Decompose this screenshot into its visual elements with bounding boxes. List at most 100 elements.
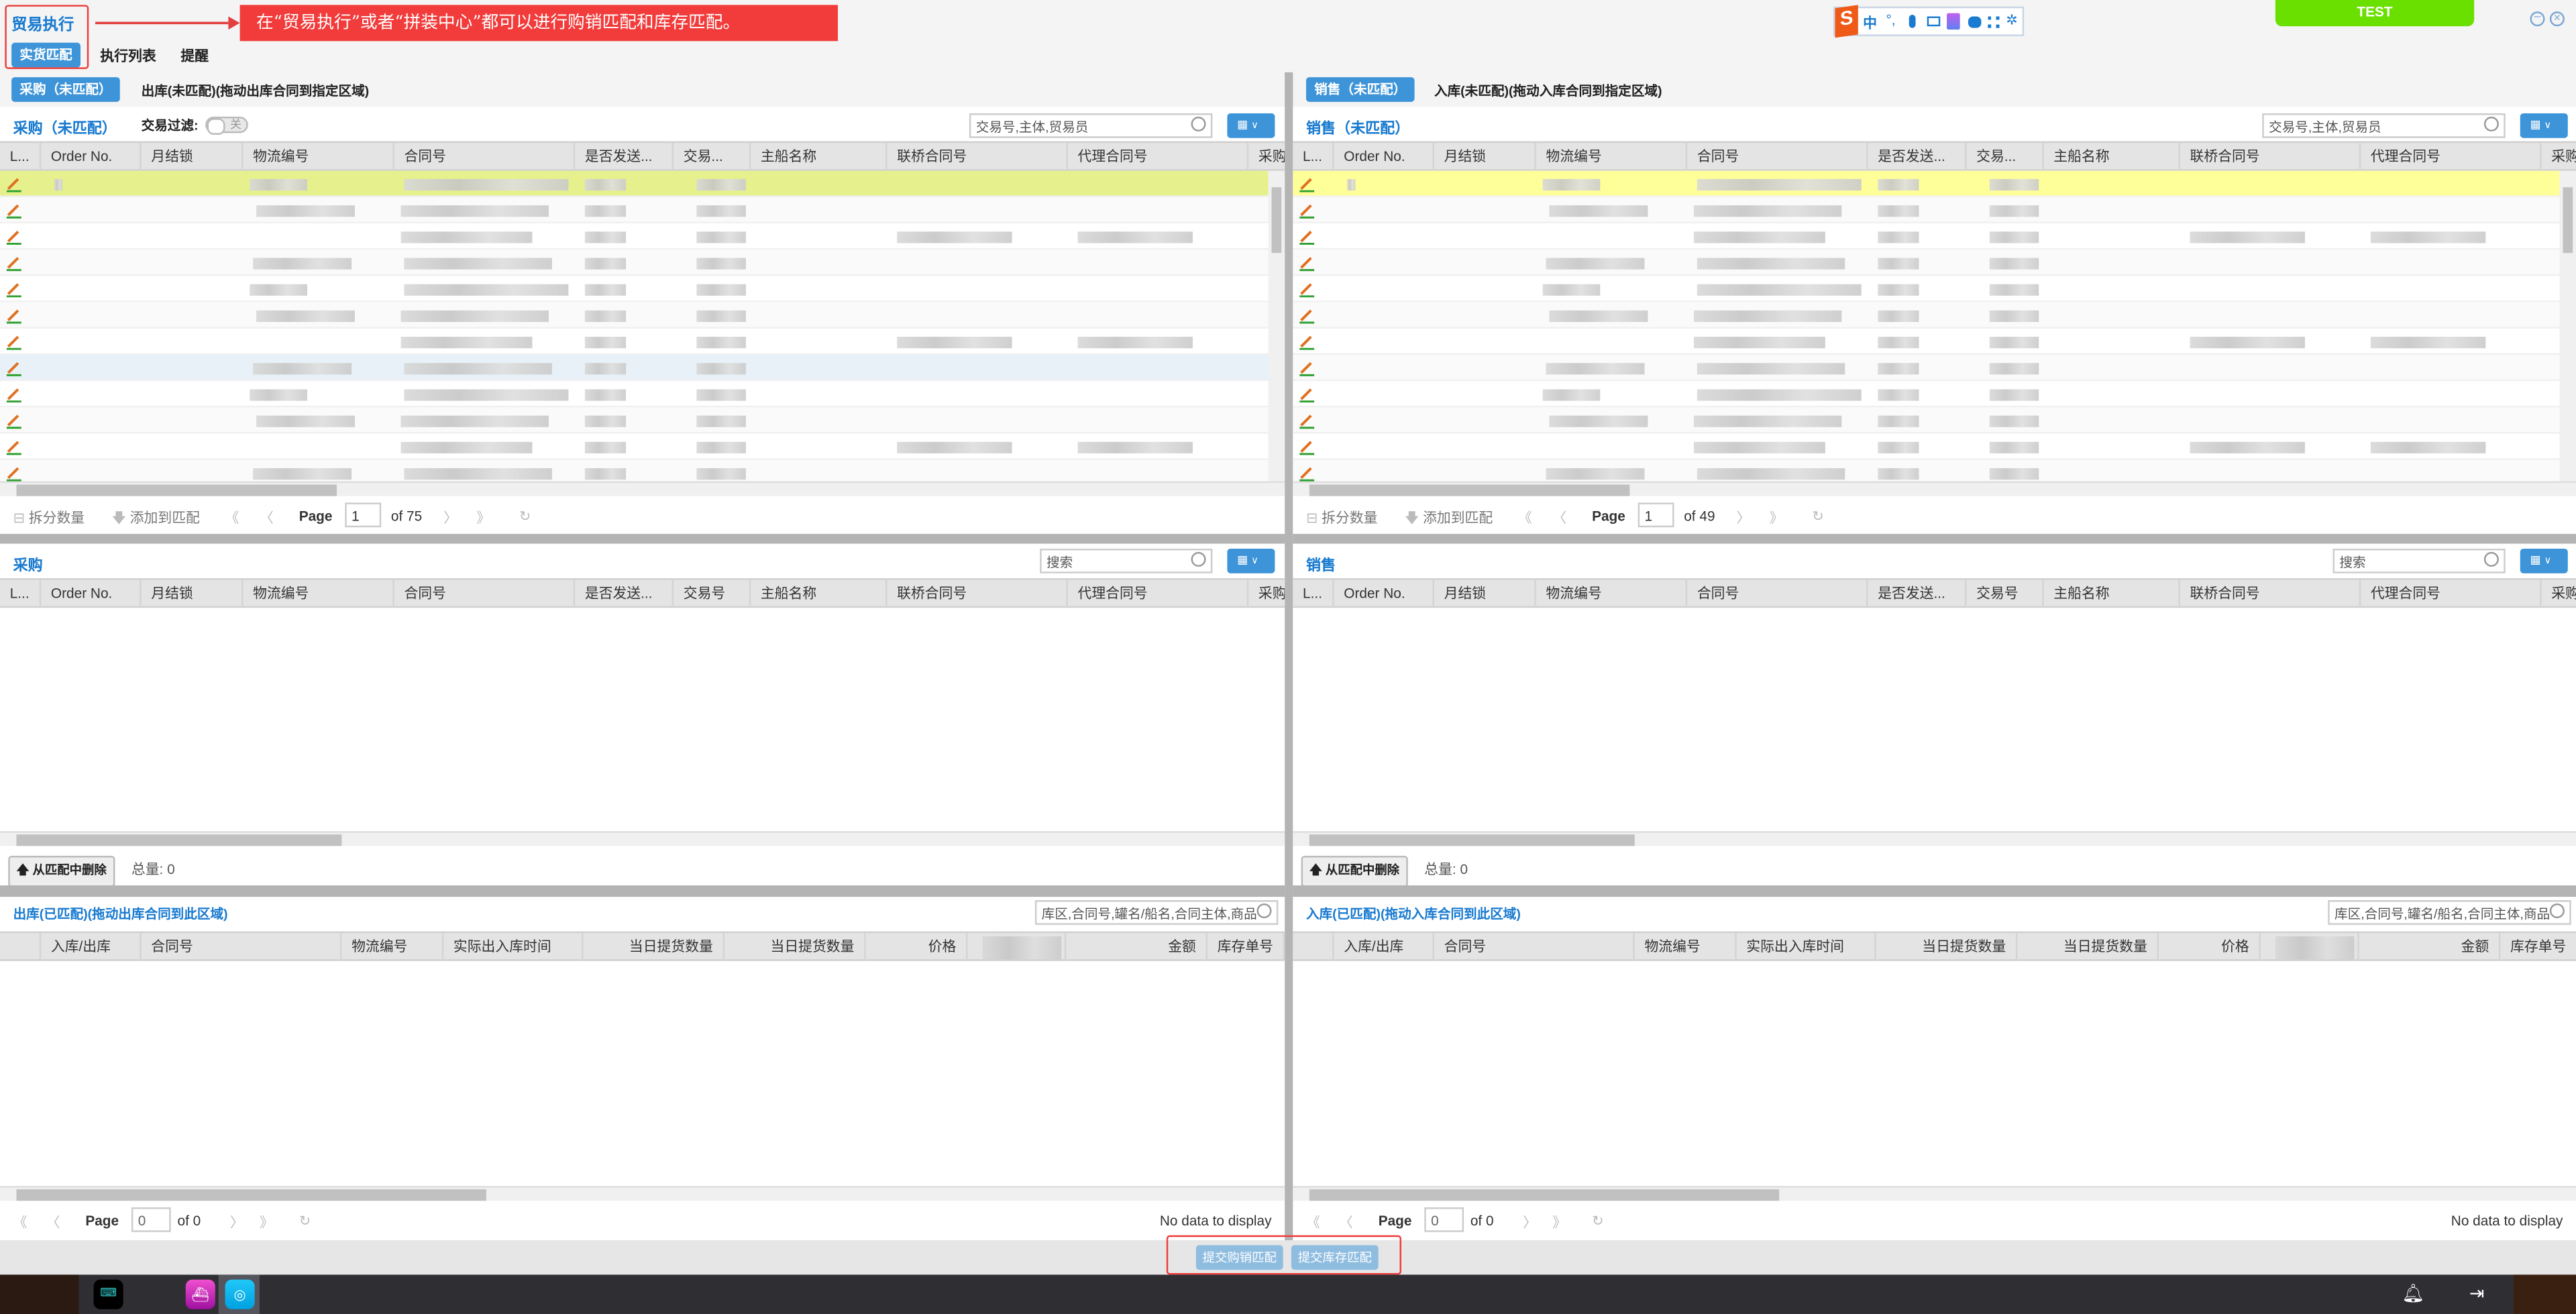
column-header[interactable]: 金额 (1066, 933, 1208, 961)
edit-icon[interactable] (1299, 255, 1315, 272)
edit-icon[interactable] (6, 333, 21, 350)
first-page-icon[interactable]: 《 (225, 508, 239, 527)
table-row[interactable] (1293, 328, 2560, 355)
table-row[interactable] (1293, 433, 2560, 460)
trade-filter-toggle[interactable]: 关 (205, 116, 248, 135)
edit-icon[interactable] (1299, 413, 1315, 429)
column-header[interactable]: 代理合同号 (2361, 143, 2542, 171)
table-row[interactable] (0, 407, 1269, 434)
edit-icon[interactable] (6, 307, 21, 324)
table-row[interactable] (1293, 381, 2560, 408)
taskbar-app-globe-icon[interactable]: ◎ (225, 1279, 255, 1309)
column-chooser-button[interactable]: ▦ ∨ (1227, 548, 1275, 573)
table-row[interactable] (1293, 170, 2560, 197)
column-header[interactable]: 当日提货数量 (2017, 933, 2159, 961)
remove-from-match-button[interactable]: 🡅︎ 从匹配中删除 (8, 855, 115, 886)
page-input[interactable]: 0 (1424, 1207, 1464, 1232)
column-header[interactable]: 主船名称 (751, 143, 888, 171)
column-header[interactable]: 联桥合同号 (887, 143, 1068, 171)
edit-icon[interactable] (6, 360, 21, 376)
column-header[interactable]: 实际出入库时间 (443, 933, 584, 961)
table-row[interactable] (0, 223, 1269, 250)
edit-icon[interactable] (1299, 360, 1315, 376)
column-header[interactable]: 采购 (1248, 580, 1285, 608)
column-header[interactable]: L... (1293, 580, 1334, 608)
refresh-icon[interactable]: ↻ (519, 508, 531, 526)
prev-page-icon[interactable]: 〈 (1339, 1212, 1353, 1231)
add-to-match-button[interactable]: 🡇︎ 添加到匹配 (1405, 508, 1493, 533)
column-header[interactable]: 代理合同号 (1068, 580, 1249, 608)
add-to-match-button[interactable]: 🡇︎ 添加到匹配 (112, 508, 200, 533)
edit-icon[interactable] (1299, 465, 1315, 482)
column-header[interactable]: 是否发送... (575, 143, 674, 171)
column-header[interactable]: 月结锁 (1434, 143, 1536, 171)
column-header[interactable]: L... (1293, 143, 1334, 171)
column-header[interactable]: 联桥合同号 (887, 580, 1068, 608)
column-chooser-button[interactable]: ▦ ∨ (2520, 548, 2568, 573)
split-quantity-button[interactable]: ⊟ 拆分数量 (13, 508, 85, 527)
column-header[interactable]: 月结锁 (1434, 580, 1536, 608)
column-header[interactable]: 物流编号 (341, 933, 444, 961)
table-row[interactable] (1293, 407, 2560, 434)
edit-icon[interactable] (1299, 333, 1315, 350)
edit-icon[interactable] (6, 439, 21, 455)
horizontal-scrollbar[interactable] (0, 831, 1285, 846)
horizontal-scrollbar[interactable] (1293, 481, 2576, 496)
column-header[interactable] (0, 933, 42, 961)
edit-icon[interactable] (6, 465, 21, 482)
column-header[interactable]: Order No. (1334, 143, 1434, 171)
column-header[interactable]: 是否发送... (1868, 143, 1967, 171)
column-header[interactable]: 采购 (2542, 143, 2576, 171)
next-page-icon[interactable]: 〉 (1523, 1212, 1537, 1231)
prev-page-icon[interactable]: 〈 (260, 508, 274, 527)
search-icon[interactable] (1191, 551, 1206, 567)
tab-stock-unmatched[interactable]: 入库(未匹配)(拖动入库合同到指定区域) (1434, 82, 1662, 100)
last-page-icon[interactable]: 》 (260, 1212, 274, 1231)
column-header[interactable]: 实际出入库时间 (1737, 933, 1876, 961)
column-header[interactable]: 库存单号 (1208, 933, 1285, 961)
taskbar-app-ide-icon[interactable]: ⌨ (93, 1279, 123, 1309)
edit-icon[interactable] (1299, 228, 1315, 245)
column-header[interactable]: 物流编号 (1635, 933, 1737, 961)
table-row[interactable] (0, 302, 1269, 329)
column-header[interactable]: 代理合同号 (2361, 580, 2542, 608)
next-page-icon[interactable]: 〉 (443, 508, 458, 527)
logout-icon[interactable]: ⇥ (2469, 1283, 2485, 1304)
column-header[interactable]: Order No. (1334, 580, 1434, 608)
tab-stock-unmatched[interactable]: 出库(未匹配)(拖动出库合同到指定区域) (142, 82, 370, 100)
table-row[interactable] (1293, 223, 2560, 250)
search-icon[interactable] (2549, 903, 2565, 918)
edit-icon[interactable] (1299, 202, 1315, 219)
prev-page-icon[interactable]: 〈 (1552, 508, 1566, 527)
edit-icon[interactable] (6, 202, 21, 219)
search-input[interactable]: 搜索 (2332, 548, 2506, 573)
column-header[interactable]: 当日提货数量 (1876, 933, 2018, 961)
refresh-icon[interactable]: ↻ (1812, 508, 1823, 526)
edit-icon[interactable] (6, 281, 21, 298)
column-header[interactable]: 当日提货数量 (583, 933, 725, 961)
column-header[interactable]: 当日提货数量 (724, 933, 866, 961)
column-header[interactable]: 交易号 (674, 580, 751, 608)
next-page-icon[interactable]: 〉 (1737, 508, 1751, 527)
column-header[interactable]: 交易... (674, 143, 751, 171)
table-row[interactable] (1293, 250, 2560, 276)
table-row[interactable] (0, 328, 1269, 355)
first-page-icon[interactable]: 《 (1518, 508, 1532, 527)
column-header[interactable]: Order No. (41, 580, 142, 608)
search-input[interactable]: 搜索 (1040, 548, 1213, 573)
edit-icon[interactable] (6, 413, 21, 429)
horizontal-splitter[interactable] (0, 885, 1285, 897)
column-header[interactable]: 交易号 (1966, 580, 2044, 608)
table-row[interactable] (0, 381, 1269, 408)
table-row[interactable] (0, 276, 1269, 303)
column-header[interactable]: 代理合同号 (1068, 143, 1249, 171)
remove-from-match-button[interactable]: 🡅︎ 从匹配中删除 (1301, 855, 1408, 886)
column-header[interactable]: 价格 (2159, 933, 2261, 961)
horizontal-splitter[interactable] (0, 533, 1285, 544)
column-header[interactable]: 合同号 (1687, 580, 1868, 608)
column-header[interactable]: 物流编号 (243, 580, 394, 608)
column-header[interactable]: 是否发送... (1868, 580, 1967, 608)
refresh-icon[interactable]: ↻ (299, 1212, 311, 1230)
page-input[interactable]: 0 (131, 1207, 171, 1232)
column-header[interactable]: 主船名称 (751, 580, 888, 608)
